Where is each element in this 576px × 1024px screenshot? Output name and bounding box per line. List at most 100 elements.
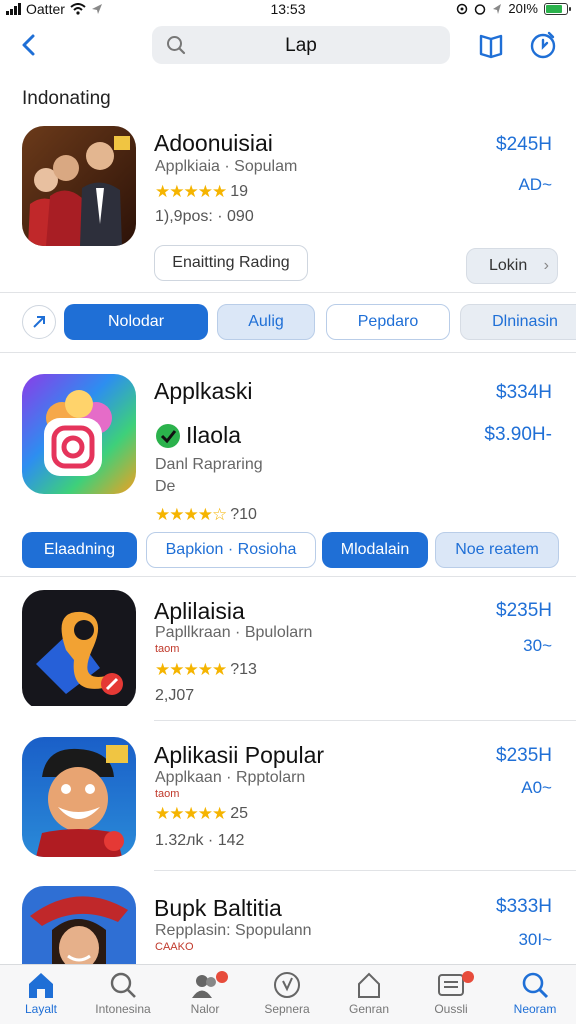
- app-meta: 1),9pos: · 090: [155, 208, 254, 225]
- app-icon-5[interactable]: [22, 886, 136, 964]
- app-name-secondary[interactable]: Ilaola: [186, 422, 241, 449]
- search-icon: [522, 972, 549, 999]
- app-subtitle: Danl Rapraring: [155, 456, 263, 473]
- app-name[interactable]: Aplikasii Popular: [154, 742, 324, 769]
- app-subtitle: Papllkraan · Bpulolarn: [155, 624, 313, 641]
- tab-label: Layalt: [24, 1002, 58, 1016]
- compass-icon: [274, 972, 300, 998]
- app-price-secondary[interactable]: $3.90H-: [484, 424, 552, 446]
- app-price-secondary[interactable]: 30I~: [518, 930, 552, 950]
- tab-label: Nalor: [190, 1002, 220, 1016]
- app-meta: 2,J07: [155, 687, 195, 704]
- tab-4[interactable]: Genran: [328, 971, 410, 1016]
- back-chevron-icon[interactable]: [14, 30, 44, 60]
- tab-5[interactable]: Oussli: [410, 971, 492, 1016]
- status-bar: Oatter 13:53 20I%: [0, 0, 576, 18]
- rating-count: 25: [230, 805, 248, 822]
- app-tag: taom: [155, 643, 180, 655]
- update-clock-icon[interactable]: [528, 30, 558, 60]
- app-price[interactable]: $334H: [496, 382, 552, 404]
- app-price[interactable]: $235H: [496, 745, 552, 767]
- lock-rotation-icon: [457, 3, 468, 14]
- app-meta: 1.32лk · 142: [155, 832, 245, 849]
- app-subtitle-secondary: De: [155, 478, 176, 495]
- rating-stars: ★★★★★: [155, 804, 227, 823]
- app-subtitle: Applkiaia · Sopulam: [155, 158, 298, 175]
- app-price[interactable]: $333H: [496, 896, 552, 918]
- app-name[interactable]: Bupk Baltitia: [154, 895, 282, 922]
- app-name[interactable]: Applkaski: [154, 378, 252, 405]
- app-subtitle: Repplasin: Spopulann: [155, 922, 312, 939]
- app-icon-4[interactable]: [22, 737, 136, 857]
- tab-0[interactable]: Layalt: [0, 971, 82, 1016]
- verified-check-icon: [156, 424, 180, 448]
- action-button-3[interactable]: Noe reatem: [435, 532, 559, 568]
- navigation-bar: Lap: [0, 24, 576, 68]
- app-tag: taom: [155, 788, 180, 800]
- action-button-0[interactable]: Elaadning: [22, 532, 137, 568]
- tab-2[interactable]: Nalor: [164, 971, 246, 1016]
- chip-1[interactable]: Aulig: [217, 304, 315, 340]
- action-button-1[interactable]: Bapkion · Rosioha: [146, 532, 316, 568]
- rating-stars: ★★★★☆: [155, 505, 227, 524]
- tab-1[interactable]: Intonesina: [82, 971, 164, 1016]
- rating-stars: ★★★★★: [155, 660, 227, 679]
- house-outline-icon: [358, 972, 380, 998]
- chip-0[interactable]: Nolodar: [64, 304, 208, 340]
- rating-button[interactable]: Enaitting Rading: [154, 245, 308, 281]
- tab-bar: Layalt Intonesina Nalor Sepnera Genran O…: [0, 964, 576, 1024]
- divider: [154, 870, 576, 871]
- location-icon: [493, 3, 502, 14]
- app-price-secondary[interactable]: 30~: [523, 636, 552, 656]
- action-button-2[interactable]: Mlodalain: [322, 532, 428, 568]
- app-rating: ★★★★★ 25: [155, 804, 248, 824]
- app-icon-3[interactable]: [22, 590, 136, 710]
- app-name[interactable]: Adoonuisiai: [154, 130, 273, 157]
- app-price[interactable]: $235H: [496, 600, 552, 622]
- divider: [0, 576, 576, 577]
- search-icon: [110, 972, 136, 998]
- app-price-secondary[interactable]: AD~: [518, 175, 552, 195]
- search-field[interactable]: Lap: [152, 26, 450, 64]
- tab-3[interactable]: Sepnera: [246, 971, 328, 1016]
- rating-stars: ★★★★★: [155, 182, 227, 201]
- app-name[interactable]: Aplilaisia: [154, 598, 245, 625]
- book-icon[interactable]: [476, 30, 506, 60]
- app-icon-2[interactable]: [22, 374, 136, 494]
- chip-label: Nolodar: [107, 313, 165, 330]
- app-rating: ★★★★★ 19: [155, 182, 248, 202]
- trend-arrow-icon: [33, 316, 45, 328]
- battery-icon: [544, 2, 571, 15]
- login-button[interactable]: Lokin ›: [466, 248, 558, 284]
- tab-6[interactable]: Neoram: [494, 971, 576, 1016]
- chip-3[interactable]: Dlninasin: [460, 304, 576, 340]
- chip-label: Aulig: [248, 313, 284, 330]
- section-title: Indonating: [22, 88, 111, 109]
- tab-label: Sepnera: [264, 1002, 310, 1016]
- action-button-label: Bapkion · Rosioha: [165, 541, 297, 558]
- login-button-label: Lokin: [489, 257, 528, 274]
- chip-label: Pepdaro: [357, 313, 419, 330]
- rating-count: 19: [230, 183, 248, 200]
- battery-percent: 20I%: [508, 1, 538, 16]
- rating-count: ?10: [230, 506, 257, 523]
- rating-button-label: Enaitting Rading: [172, 254, 290, 271]
- app-tag: CAAKO: [155, 941, 194, 953]
- tab-label: Intonesina: [95, 1002, 151, 1016]
- app-icon-1[interactable]: [22, 126, 136, 246]
- divider: [0, 292, 576, 293]
- chevron-right-icon: ›: [543, 257, 549, 274]
- notification-badge: [462, 971, 474, 983]
- notification-badge: [216, 971, 228, 983]
- trend-chip[interactable]: [22, 305, 56, 339]
- status-right: 20I%: [456, 1, 571, 16]
- alarm-icon: [475, 3, 486, 15]
- chip-2[interactable]: Pepdaro: [326, 304, 450, 340]
- tab-label: Neoram: [513, 1002, 557, 1016]
- action-button-label: Noe reatem: [455, 541, 539, 558]
- app-price[interactable]: $245H: [496, 134, 552, 156]
- app-rating: ★★★★☆ ?10: [155, 505, 257, 525]
- rating-count: ?13: [230, 661, 257, 678]
- app-price-secondary[interactable]: A0~: [521, 778, 552, 798]
- app-subtitle: Applkaan · Rpptolarn: [155, 769, 306, 786]
